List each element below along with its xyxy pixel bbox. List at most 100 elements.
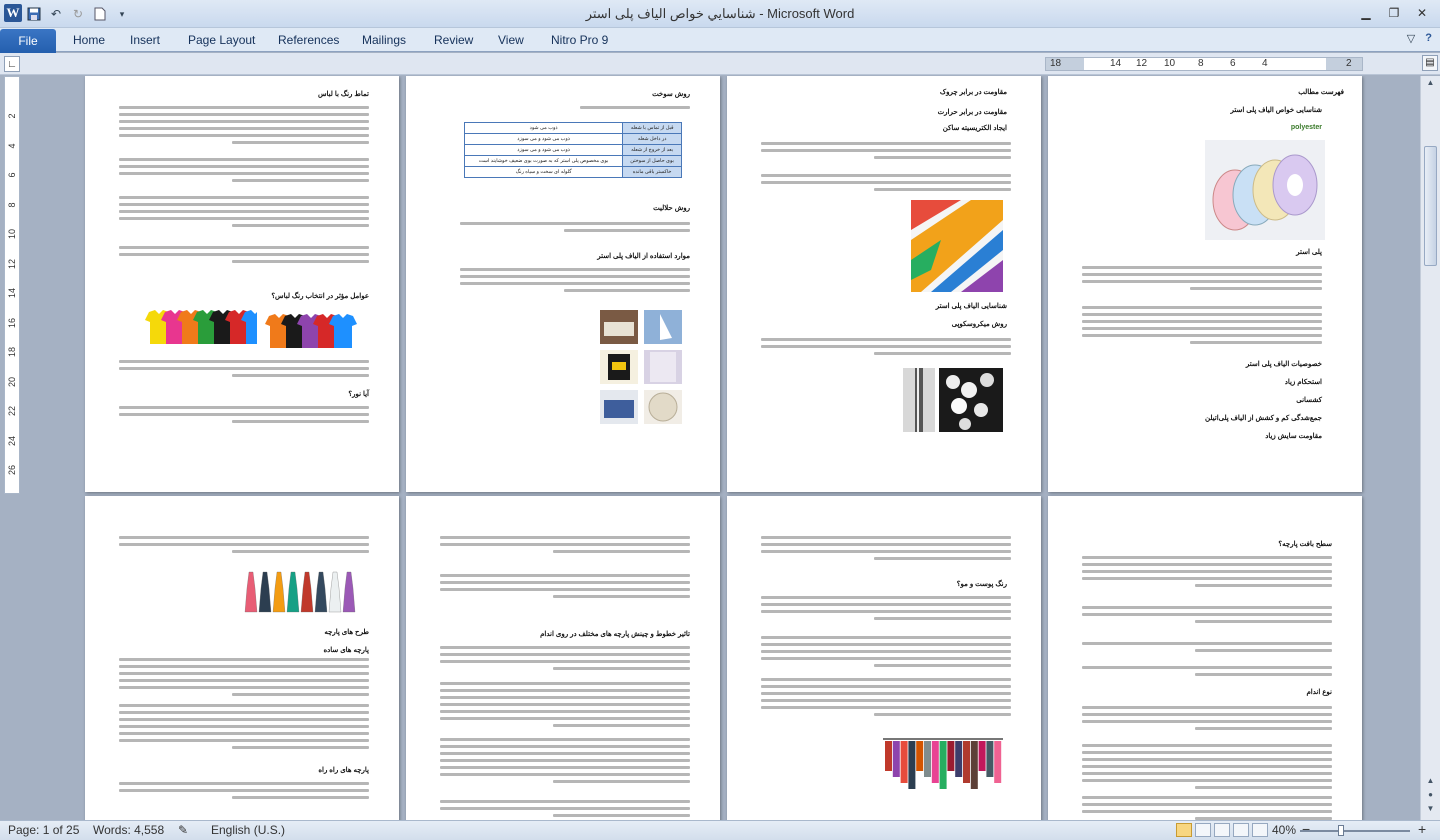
tab-insert[interactable]: Insert <box>130 33 160 47</box>
zoom-slider[interactable] <box>1300 830 1410 832</box>
text-line <box>119 686 369 689</box>
ruler-number: 12 <box>1136 58 1148 69</box>
text-line <box>231 141 369 144</box>
text-line <box>119 203 369 206</box>
zoom-level[interactable]: 40% <box>1272 823 1296 837</box>
text-line <box>440 581 690 584</box>
text-line <box>231 420 369 423</box>
text-line <box>1082 720 1332 723</box>
tab-view[interactable]: View <box>498 33 524 47</box>
text-line <box>1082 713 1332 716</box>
text-line <box>873 713 1011 716</box>
text-line <box>1082 563 1332 566</box>
close-icon[interactable]: ✕ <box>1408 2 1436 24</box>
zoom-slider-thumb[interactable] <box>1338 825 1344 836</box>
page-heading: روش حلالیت <box>653 205 690 212</box>
scrollbar-thumb[interactable] <box>1424 146 1437 266</box>
proofing-icon[interactable]: ✎ <box>178 823 188 837</box>
draft-view-icon[interactable] <box>1252 823 1268 837</box>
page[interactable]: سطح بافت پارچه؟ نوع اندام <box>1048 496 1362 820</box>
tab-page-layout[interactable]: Page Layout <box>188 33 255 47</box>
text-line <box>1082 706 1332 709</box>
text-line <box>231 374 369 377</box>
page-heading: خصوصیات الیاف پلی استر <box>1245 361 1322 368</box>
tab-home[interactable]: Home <box>73 33 105 47</box>
microscope-images <box>903 368 1003 432</box>
outline-view-icon[interactable] <box>1233 823 1249 837</box>
previous-page-icon[interactable]: ▲ <box>1424 776 1437 789</box>
next-page-icon[interactable]: ▼ <box>1424 804 1437 817</box>
tab-references[interactable]: References <box>278 33 339 47</box>
text-line <box>119 217 369 220</box>
zoom-out-button[interactable]: − <box>1302 821 1310 837</box>
dresses-image <box>241 566 361 618</box>
file-tab[interactable]: File <box>0 29 56 53</box>
zoom-in-button[interactable]: + <box>1418 821 1426 837</box>
dress-shape <box>300 571 314 613</box>
document-canvas[interactable]: تماط رنگ با لباس عوامل مؤثر در انتخاب رن… <box>22 76 1420 820</box>
text-line <box>119 413 369 416</box>
text-line <box>440 696 690 699</box>
print-layout-view-icon[interactable] <box>1176 823 1192 837</box>
web-layout-view-icon[interactable] <box>1214 823 1230 837</box>
text-line <box>1082 772 1332 775</box>
view-ruler-icon[interactable]: ▤ <box>1422 55 1438 71</box>
tab-nitro-pro[interactable]: Nitro Pro 9 <box>551 33 608 47</box>
polyester-label: polyester <box>1290 124 1322 131</box>
minimize-ribbon-icon[interactable]: ▽ <box>1407 32 1415 45</box>
minimize-icon[interactable]: ▁ <box>1352 2 1380 24</box>
page-heading: استحکام زیاد <box>1284 379 1322 386</box>
word-count[interactable]: Words: 4,558 <box>93 823 164 837</box>
text-line <box>1194 584 1332 587</box>
garment-shape <box>900 741 908 783</box>
text-line <box>761 610 1011 613</box>
text-line <box>119 711 369 714</box>
ruler-number: 22 <box>7 406 17 417</box>
text-line <box>440 653 690 656</box>
page[interactable]: تماط رنگ با لباس عوامل مؤثر در انتخاب رن… <box>85 76 399 492</box>
text-line <box>119 782 369 785</box>
page[interactable]: تاثیر خطوط و چینش پارچه های مختلف در روی… <box>406 496 720 820</box>
text-line <box>231 693 369 696</box>
tab-mailings[interactable]: Mailings <box>362 33 406 47</box>
page[interactable]: روش سوخت قبل از تماس با شعله ذوب می شود در… <box>406 76 720 492</box>
horizontal-ruler[interactable]: 18 14 12 10 8 6 4 2 <box>1045 57 1363 71</box>
help-icon[interactable]: ? <box>1425 32 1432 45</box>
text-line <box>440 752 690 755</box>
page[interactable]: مقاومت در برابر چروک مقاومت در برابر حرا… <box>727 76 1041 492</box>
text-line <box>1194 673 1332 676</box>
ruler-number: 10 <box>1164 58 1176 69</box>
text-line <box>460 222 690 225</box>
text-line <box>1082 327 1322 330</box>
page[interactable]: رنگ پوست و مو؟ <box>727 496 1041 820</box>
text-line <box>119 253 369 256</box>
text-line <box>440 717 690 720</box>
tab-review[interactable]: Review <box>434 33 473 47</box>
vertical-ruler[interactable]: 2 4 6 8 10 12 14 16 18 20 22 24 26 <box>4 76 20 494</box>
text-line <box>440 588 690 591</box>
text-line <box>119 113 369 116</box>
page-count[interactable]: Page: 1 of 25 <box>8 823 79 837</box>
vertical-scrollbar[interactable]: ▲ ▲ ● ▼ <box>1420 76 1440 820</box>
text-line <box>440 738 690 741</box>
full-screen-reading-view-icon[interactable] <box>1195 823 1211 837</box>
page[interactable]: فهرست مطالب شناسایی خواص الیاف پلی استر … <box>1048 76 1362 492</box>
ruler-number: 2 <box>7 113 17 119</box>
table-cell: بعد از خروج از شعله <box>622 144 682 156</box>
text-line <box>1082 280 1322 283</box>
scroll-up-icon[interactable]: ▲ <box>1424 78 1437 91</box>
text-line <box>440 574 690 577</box>
text-line <box>460 268 690 271</box>
text-line <box>552 550 690 553</box>
page[interactable]: طرح های پارچه پارچه های ساده پارچه های ر… <box>85 496 399 820</box>
text-line <box>552 724 690 727</box>
text-line <box>440 807 690 810</box>
tab-selector-icon[interactable]: ∟ <box>4 56 20 72</box>
window-title: شناسایي خواص الیاف پلی استر - Microsoft … <box>585 6 855 21</box>
browse-object-icon[interactable]: ● <box>1424 790 1437 803</box>
language-indicator[interactable]: English (U.S.) <box>211 823 285 837</box>
tshirts-image <box>265 312 357 350</box>
garment-shape <box>908 741 916 789</box>
restore-icon[interactable]: ❐ <box>1380 2 1408 24</box>
text-line <box>119 127 369 130</box>
